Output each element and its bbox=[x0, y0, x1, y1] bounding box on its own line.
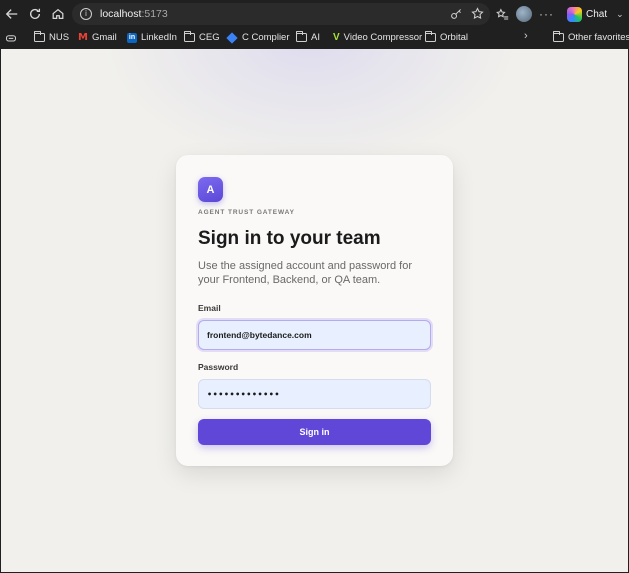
folder-icon bbox=[33, 31, 45, 42]
chevron-down-icon[interactable]: ⌄ bbox=[616, 9, 624, 20]
eyebrow-text: AGENT TRUST GATEWAY bbox=[198, 209, 295, 216]
more-menu-icon[interactable]: ··· bbox=[539, 7, 554, 21]
favorite-star-icon[interactable] bbox=[471, 7, 484, 20]
bookmark-label: C Complier bbox=[242, 32, 290, 43]
linkedin-icon: in bbox=[127, 32, 137, 43]
page-subtitle: Use the assigned account and password fo… bbox=[198, 260, 413, 286]
email-field[interactable]: frontend@bytedance.com bbox=[198, 320, 431, 350]
bookmark-c-complier[interactable]: C Complier bbox=[226, 31, 290, 44]
sign-in-button[interactable]: Sign in bbox=[198, 419, 431, 445]
page-viewport: A AGENT TRUST GATEWAY Sign in to your te… bbox=[1, 49, 628, 572]
url-port: :5173 bbox=[141, 8, 168, 20]
bookmark-other-favorites[interactable]: Other favorites bbox=[552, 31, 629, 43]
bookmark-label: LinkedIn bbox=[141, 32, 177, 43]
url-text: localhost:5173 bbox=[100, 8, 168, 20]
copilot-icon bbox=[567, 6, 582, 22]
more-bookmarks-chevron-icon[interactable]: › bbox=[524, 30, 528, 42]
bookmark-ceg[interactable]: CEG bbox=[183, 31, 220, 43]
bookmark-linkedin[interactable]: in LinkedIn bbox=[127, 32, 177, 43]
gmail-icon: M bbox=[78, 32, 88, 43]
url-host: localhost bbox=[100, 8, 142, 20]
folder-icon bbox=[183, 31, 195, 42]
bookmark-label: Gmail bbox=[91, 32, 117, 43]
home-button[interactable] bbox=[46, 2, 70, 26]
site-info-icon[interactable]: i bbox=[80, 8, 92, 20]
back-button[interactable] bbox=[0, 2, 24, 26]
home-icon bbox=[52, 8, 64, 19]
copilot-chat-button[interactable]: Chat bbox=[567, 6, 608, 22]
bookmark-label: AI bbox=[311, 32, 320, 43]
c-complier-icon bbox=[226, 31, 238, 44]
bookmark-video-compressor[interactable]: V Video Compressor bbox=[333, 32, 422, 43]
bookmark-ai[interactable]: AI bbox=[295, 31, 320, 43]
bookmark-gmail[interactable]: M Gmail bbox=[78, 32, 117, 43]
chat-label: Chat bbox=[586, 8, 608, 20]
refresh-button[interactable] bbox=[23, 2, 47, 26]
folder-icon bbox=[295, 31, 307, 42]
password-label: Password bbox=[198, 362, 239, 372]
address-bar[interactable]: i localhost:5173 bbox=[72, 3, 490, 25]
app-logo: A bbox=[198, 177, 223, 202]
browser-toolbar: i localhost:5173 ··· Chat ⌄ bbox=[0, 0, 629, 28]
profile-avatar[interactable] bbox=[516, 6, 532, 22]
key-icon[interactable] bbox=[450, 7, 463, 20]
video-compressor-icon: V bbox=[333, 32, 340, 43]
collections-icon[interactable] bbox=[5, 32, 17, 44]
folder-icon bbox=[552, 31, 564, 42]
bookmark-label: Orbital bbox=[440, 32, 468, 43]
bookmark-label: NUS bbox=[49, 32, 70, 43]
refresh-icon bbox=[29, 8, 41, 19]
page-title: Sign in to your team bbox=[198, 228, 381, 249]
email-label: Email bbox=[198, 303, 221, 313]
bookmark-label: Video Compressor bbox=[343, 32, 423, 43]
bookmark-orbital[interactable]: Orbital bbox=[424, 31, 468, 43]
password-field[interactable]: ••••••••••••• bbox=[198, 379, 431, 409]
bookmarks-bar: NUS M Gmail in LinkedIn CEG C Complier AI … bbox=[0, 28, 629, 48]
login-card: A AGENT TRUST GATEWAY Sign in to your te… bbox=[176, 155, 453, 466]
favorites-list-icon[interactable] bbox=[496, 7, 509, 21]
folder-icon bbox=[424, 31, 436, 42]
bookmark-nus[interactable]: NUS bbox=[33, 31, 70, 43]
bookmark-label: Other favorites bbox=[568, 32, 629, 43]
bookmark-label: CEG bbox=[199, 32, 220, 43]
back-arrow-icon bbox=[5, 9, 18, 19]
